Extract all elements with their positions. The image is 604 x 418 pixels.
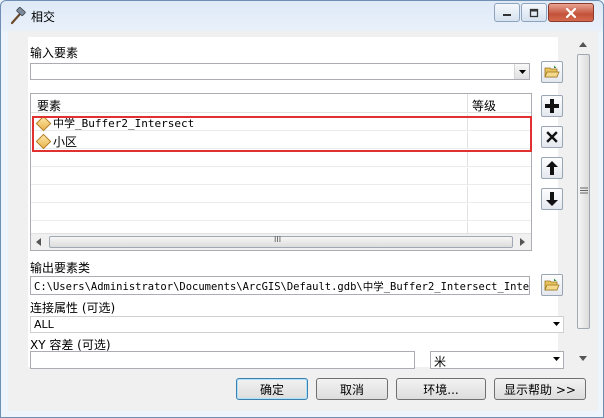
column-header-rank[interactable]: 等级 [472,97,496,114]
input-features-label: 输入要素 [30,46,79,60]
xy-tolerance-unit-value: 米 [434,355,447,369]
browse-output-button[interactable] [541,274,563,296]
scroll-left-icon[interactable] [36,238,41,246]
chevron-down-icon [553,322,560,326]
add-button[interactable] [541,95,563,117]
xy-tolerance-input[interactable] [30,351,415,369]
show-help-button[interactable]: 显示帮助 >> [494,378,586,400]
ok-button[interactable]: 确定 [236,378,308,400]
vertical-scroll-thumb[interactable] [577,54,590,329]
hammer-icon [9,6,27,25]
horizontal-scrollbar[interactable]: III [31,233,531,250]
environments-button[interactable]: 环境... [396,378,486,400]
column-header-features[interactable]: 要素 [37,97,61,114]
vertical-scrollbar[interactable] [575,37,592,367]
scroll-up-icon[interactable] [579,42,587,47]
join-attributes-label: 连接属性 (可选) [30,301,116,315]
scroll-down-icon[interactable] [579,356,587,361]
x-icon [546,131,558,143]
window-title: 相交 [31,10,56,24]
table-row-empty [31,168,531,185]
close-icon [565,7,577,18]
output-features-label: 输出要素类 [30,261,91,275]
close-button[interactable] [548,3,594,22]
table-header: 要素 等级 [31,94,531,113]
horizontal-scroll-thumb[interactable]: III [49,235,513,248]
browse-input-button[interactable] [541,61,563,83]
table-row-empty [31,150,531,167]
join-attributes-value: ALL [34,318,54,331]
move-down-button[interactable] [541,188,563,210]
chevron-down-icon [553,357,560,361]
input-features-combo[interactable] [30,63,530,80]
scroll-grip: III [274,235,282,244]
output-features-input[interactable]: C:\Users\Administrator\Documents\ArcGIS\… [30,276,530,295]
open-folder-icon [544,65,560,78]
dropdown-button[interactable] [514,64,529,79]
chevron-down-icon [518,69,526,74]
minimize-icon [503,13,511,16]
plus-icon [545,99,559,113]
join-attributes-select[interactable]: ALL [30,316,564,333]
selection-highlight [32,116,532,152]
tool-dialog: 相交 输入要素 要素 等级 中学_Buffer2_Intersect 小区 II… [0,0,604,418]
table-row-empty [31,204,531,221]
dialog-body: 输入要素 要素 等级 中学_Buffer2_Intersect 小区 III 输… [8,31,598,411]
move-up-button[interactable] [541,157,563,179]
xy-tolerance-unit-select[interactable]: 米 [430,351,564,369]
table-row-empty [31,222,531,233]
maximize-icon [529,8,539,17]
remove-button[interactable] [541,126,563,148]
arrow-up-icon [546,161,558,175]
open-folder-icon [544,278,560,291]
cancel-button[interactable]: 取消 [316,378,388,400]
minimize-button[interactable] [494,3,520,22]
scroll-right-icon[interactable] [520,238,525,246]
button-bar: 确定 取消 环境... 显示帮助 >> [8,371,598,411]
arrow-down-icon [546,192,558,206]
table-row-empty [31,186,531,203]
maximize-button[interactable] [521,3,547,22]
scroll-grip [580,187,588,194]
title-bar[interactable]: 相交 [1,1,603,31]
